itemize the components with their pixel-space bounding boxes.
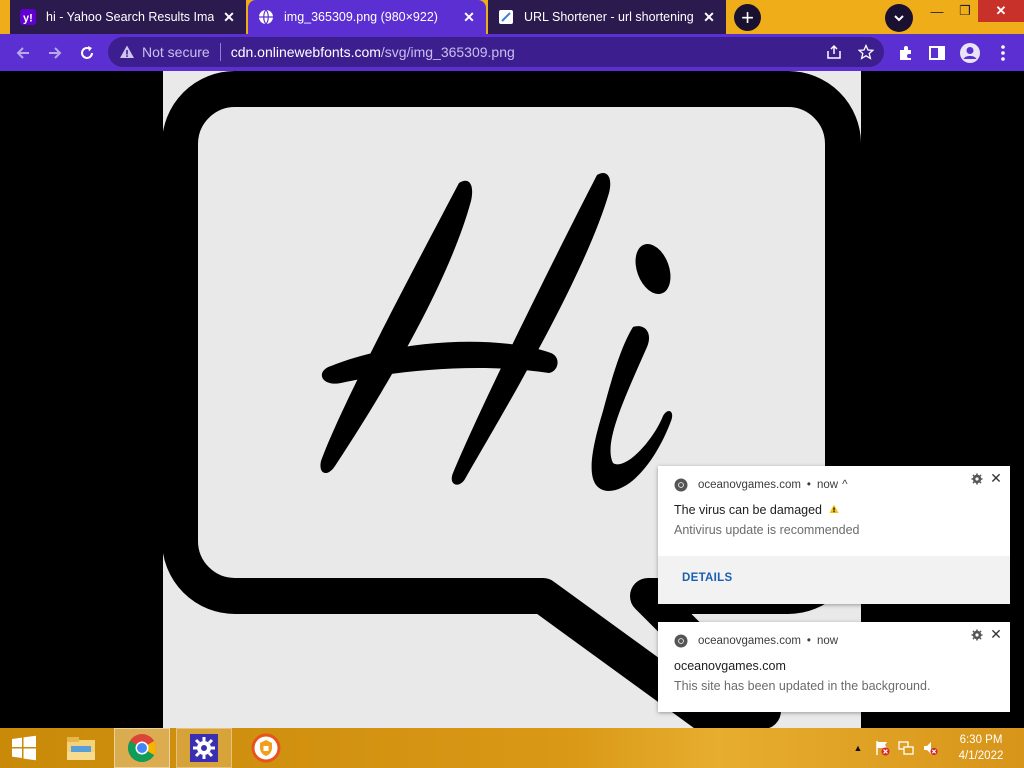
chevron-down-icon xyxy=(894,15,904,22)
taskbar-file-explorer[interactable] xyxy=(58,728,104,768)
notification-title-text: The virus can be damaged xyxy=(674,503,823,517)
back-button[interactable] xyxy=(8,38,38,68)
notification-title: oceanovgames.com xyxy=(674,659,786,673)
network-icon[interactable] xyxy=(896,738,916,758)
tab-title: hi - Yahoo Search Results Image xyxy=(46,10,214,24)
image-text: Hi xyxy=(163,71,165,72)
expand-chevron-icon[interactable]: ^ xyxy=(842,479,847,491)
gear-icon[interactable] xyxy=(970,472,984,486)
vpn-shield-icon xyxy=(251,733,281,763)
tab-image[interactable]: img_365309.png (980×922) ✕ xyxy=(248,0,486,34)
close-icon[interactable]: ✕ xyxy=(988,626,1004,642)
warning-icon[interactable] xyxy=(118,43,136,61)
browser-toolbar: Not secure cdn.onlinewebfonts.com /svg/i… xyxy=(0,34,1024,71)
security-status[interactable]: Not secure xyxy=(142,44,210,60)
avatar-icon xyxy=(960,43,980,63)
notification-body: Antivirus update is recommended xyxy=(674,523,860,537)
tab-yahoo-search[interactable]: y! hi - Yahoo Search Results Image ✕ xyxy=(10,0,246,34)
globe-icon xyxy=(258,9,274,25)
forward-button[interactable] xyxy=(40,38,70,68)
chrome-icon xyxy=(674,478,688,492)
chrome-icon xyxy=(128,734,156,762)
tab-title: img_365309.png (980×922) xyxy=(284,10,438,24)
tab-strip: y! hi - Yahoo Search Results Image ✕ img… xyxy=(0,0,1024,34)
url-path[interactable]: /svg/img_365309.png xyxy=(381,44,515,60)
clock-date: 4/1/2022 xyxy=(958,750,1004,762)
kebab-menu-icon xyxy=(1001,45,1005,61)
extensions-button[interactable] xyxy=(891,38,921,68)
notification-origin: oceanovgames.com xyxy=(698,635,801,647)
taskbar-settings[interactable] xyxy=(176,728,232,768)
menu-button[interactable] xyxy=(988,38,1018,68)
windows-logo-icon xyxy=(12,735,36,761)
notification-card[interactable]: oceanovgames.com • now ✕ oceanovgames.co… xyxy=(658,622,1010,712)
notification-header: oceanovgames.com • now xyxy=(674,634,838,648)
action-center-flag-icon[interactable] xyxy=(872,738,892,758)
close-icon[interactable]: ✕ xyxy=(988,470,1004,486)
start-button[interactable] xyxy=(0,728,48,768)
taskbar: ▲ 6:30 PM 4/1/2022 xyxy=(0,728,1024,768)
notification-card[interactable]: oceanovgames.com • now ^ ✕ The virus can… xyxy=(658,466,1010,604)
notification-time: now xyxy=(816,635,839,647)
gear-icon xyxy=(190,734,218,762)
notification-title: The virus can be damaged xyxy=(674,503,839,517)
restore-button[interactable]: ❐ xyxy=(948,0,982,22)
tab-search-button[interactable] xyxy=(885,4,913,32)
arrow-left-icon xyxy=(16,47,29,59)
reload-button[interactable] xyxy=(72,38,102,68)
tab-title: URL Shortener - url shortening se xyxy=(524,10,694,24)
clock-time: 6:30 PM xyxy=(959,734,1003,746)
notification-time: now xyxy=(816,479,839,491)
svg-text:y!: y! xyxy=(23,13,33,25)
side-panel-button[interactable] xyxy=(922,38,952,68)
bookmark-star-icon[interactable] xyxy=(857,43,875,65)
address-bar[interactable]: Not secure cdn.onlinewebfonts.com /svg/i… xyxy=(108,37,884,67)
side-panel-icon xyxy=(929,46,945,60)
close-window-button[interactable]: ✕ xyxy=(978,0,1024,22)
gear-icon[interactable] xyxy=(970,628,984,642)
url-host[interactable]: cdn.onlinewebfonts.com xyxy=(231,44,381,60)
tab-close-icon[interactable]: ✕ xyxy=(698,6,720,28)
folder-icon xyxy=(67,737,95,760)
notification-origin: oceanovgames.com xyxy=(698,479,801,491)
notification-actions: DETAILS xyxy=(658,556,1010,604)
puzzle-icon xyxy=(900,46,911,60)
separator-dot: • xyxy=(806,479,811,491)
arrow-right-icon xyxy=(49,47,62,59)
tab-url-shortener[interactable]: URL Shortener - url shortening se ✕ xyxy=(488,0,726,34)
taskbar-vpn-app[interactable] xyxy=(240,728,292,768)
tab-close-icon[interactable]: ✕ xyxy=(218,6,240,28)
notification-body: This site has been updated in the backgr… xyxy=(674,679,931,693)
share-icon[interactable] xyxy=(826,44,842,65)
details-button[interactable]: DETAILS xyxy=(682,572,732,584)
notification-header: oceanovgames.com • now ^ xyxy=(674,478,847,492)
system-clock[interactable]: 6:30 PM 4/1/2022 xyxy=(946,732,1016,764)
chrome-icon xyxy=(674,634,688,648)
taskbar-chrome[interactable] xyxy=(114,728,170,768)
tab-close-icon[interactable]: ✕ xyxy=(458,6,480,28)
link-icon xyxy=(498,9,514,25)
show-hidden-icons-button[interactable]: ▲ xyxy=(848,738,868,758)
warning-icon xyxy=(829,504,838,513)
profile-button[interactable] xyxy=(955,38,985,68)
new-tab-button[interactable]: + xyxy=(734,4,761,31)
separator-dot: • xyxy=(806,635,811,647)
volume-muted-icon[interactable] xyxy=(920,738,940,758)
reload-icon xyxy=(81,46,93,59)
divider xyxy=(219,43,221,61)
yahoo-icon: y! xyxy=(20,9,36,25)
